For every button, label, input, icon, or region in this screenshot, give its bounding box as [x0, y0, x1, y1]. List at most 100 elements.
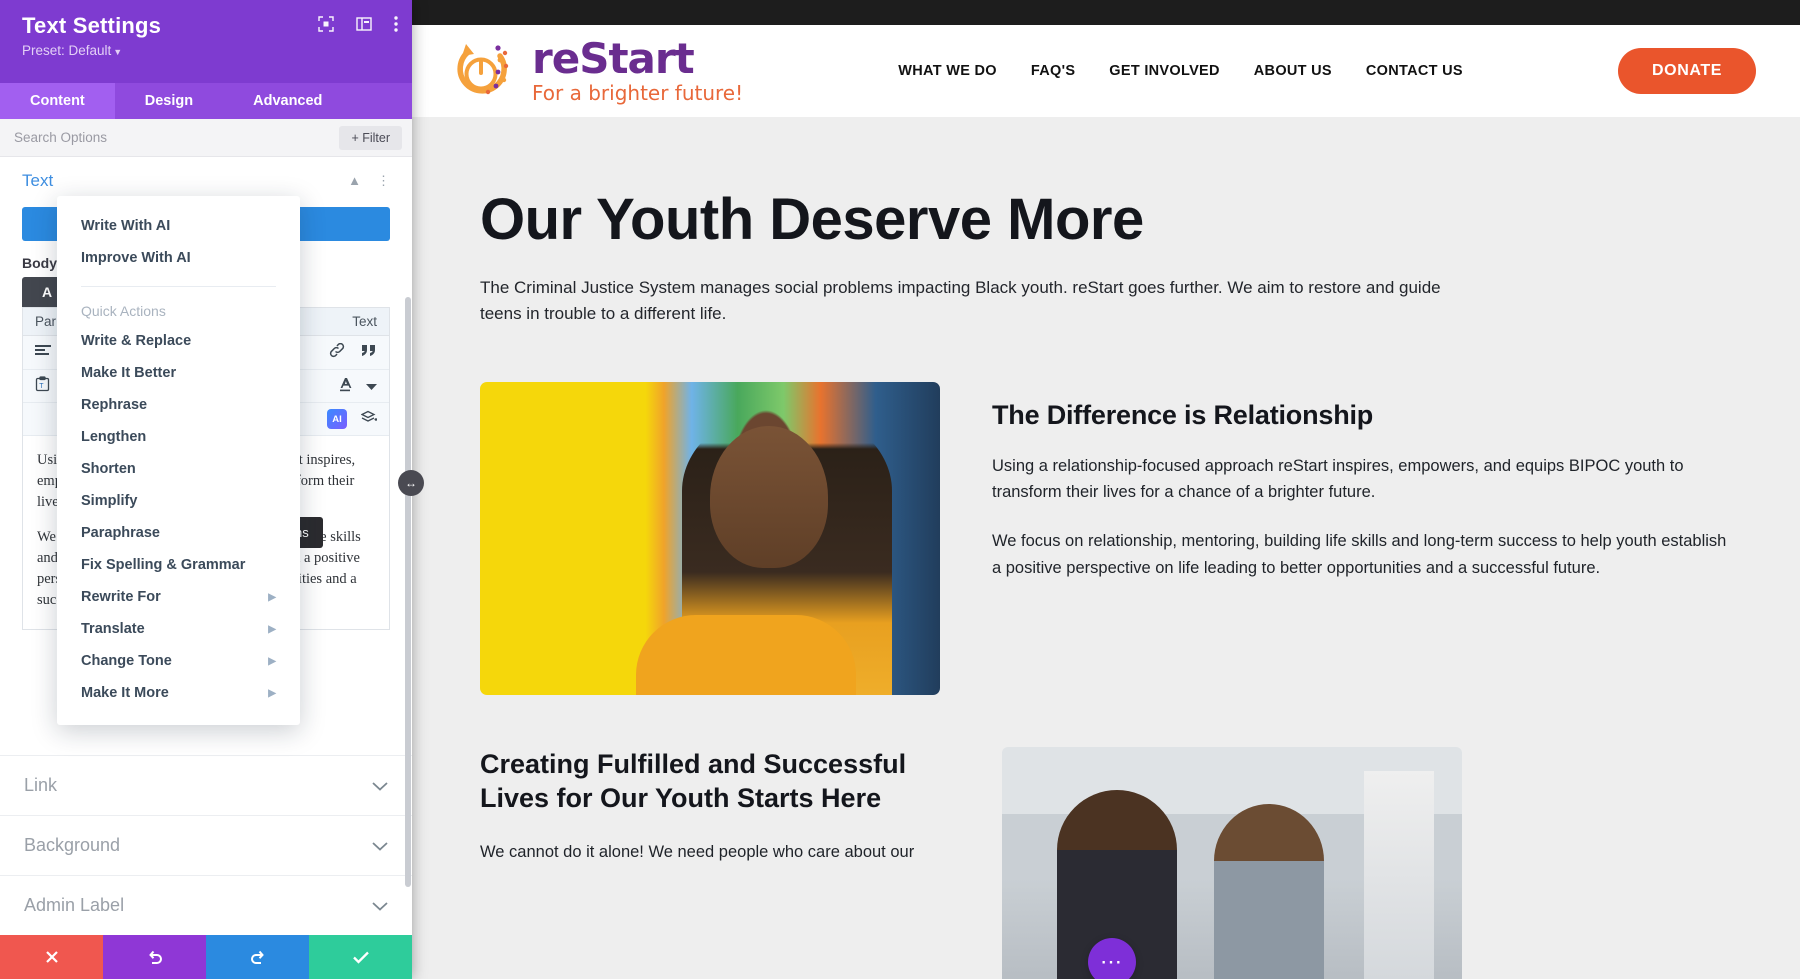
clipboard-text-icon[interactable]: T: [35, 376, 50, 396]
mentoring-image: [1002, 746, 1462, 979]
chevron-right-icon: ▶: [268, 687, 276, 699]
menu-item-rephrase[interactable]: Rephrase: [57, 389, 300, 421]
hero-subtitle: The Criminal Justice System manages soci…: [480, 278, 1441, 324]
section-link-label: Link: [24, 775, 58, 795]
logo-tagline: For a brighter future!: [532, 80, 744, 105]
save-button[interactable]: [309, 935, 412, 979]
section-admin-label[interactable]: Admin Label: [0, 875, 412, 935]
menu-item-write-with-ai[interactable]: Write With AI: [57, 210, 300, 242]
tab-advanced[interactable]: Advanced: [223, 83, 352, 119]
power-arc-icon: [457, 44, 509, 95]
more-vertical-icon[interactable]: [394, 16, 398, 37]
menu-item-make-it-better[interactable]: Make It Better: [57, 357, 300, 389]
site-header: reStart For a brighter future! WHAT WE D…: [412, 25, 1800, 117]
chevron-down-icon: [372, 835, 388, 856]
search-input[interactable]: [14, 130, 340, 145]
website-preview: reStart For a brighter future! WHAT WE D…: [412, 0, 1800, 979]
menu-item-label: Translate: [81, 621, 145, 637]
focus-icon[interactable]: [318, 16, 334, 37]
more-vertical-icon[interactable]: ⋮: [377, 173, 390, 189]
blockquote-icon[interactable]: [360, 344, 377, 361]
link-icon[interactable]: [329, 342, 346, 362]
nav-item-about-us[interactable]: ABOUT US: [1254, 63, 1332, 79]
layout-icon[interactable]: [356, 17, 372, 36]
feature-text-column: The Difference is Relationship Using a r…: [992, 382, 1732, 582]
chevron-down-icon[interactable]: [366, 378, 377, 395]
browser-topbar: [412, 0, 1800, 25]
secondary-heading: Creating Fulfilled and Successful Lives …: [480, 748, 907, 813]
secondary-text-column: Creating Fulfilled and Successful Lives …: [480, 747, 950, 865]
menu-item-label: Make It Better: [81, 365, 177, 381]
chevron-right-icon: ▶: [268, 591, 276, 603]
editor-tab-text[interactable]: Text: [352, 314, 377, 329]
logo-wordmark: reStart: [532, 33, 695, 83]
nav-item-faqs[interactable]: FAQ'S: [1031, 63, 1075, 79]
menu-item-label: Fix Spelling & Grammar: [81, 557, 246, 573]
chevron-down-icon: ▼: [113, 47, 123, 57]
section-tools: ▲ ⋮: [348, 173, 390, 189]
feature-row: The Difference is Relationship Using a r…: [480, 381, 1732, 695]
menu-item-label: Change Tone: [81, 653, 172, 669]
tab-content[interactable]: Content: [0, 83, 115, 119]
nav-item-what-we-do[interactable]: WHAT WE DO: [898, 63, 997, 79]
menu-item-change-tone[interactable]: Change Tone ▶: [57, 645, 300, 677]
layers-icon[interactable]: [360, 410, 378, 428]
menu-item-label: Rewrite For: [81, 589, 161, 605]
text-section-header: Text ▲ ⋮: [0, 157, 412, 201]
menu-item-paraphrase[interactable]: Paraphrase: [57, 517, 300, 549]
svg-text:T: T: [39, 383, 44, 390]
menu-item-translate[interactable]: Translate ▶: [57, 613, 300, 645]
menu-item-make-it-more[interactable]: Make It More ▶: [57, 677, 300, 709]
menu-item-fix-spelling-grammar[interactable]: Fix Spelling & Grammar: [57, 549, 300, 581]
section-background[interactable]: Background: [0, 815, 412, 875]
youth-portrait-image: [480, 381, 940, 695]
chevron-down-icon: [372, 775, 388, 796]
donate-button[interactable]: DONATE: [1618, 48, 1756, 94]
section-link[interactable]: Link: [0, 755, 412, 815]
chevron-up-icon[interactable]: ▲: [348, 173, 361, 189]
sidebar-scrollbar[interactable]: [405, 297, 411, 887]
undo-button[interactable]: [103, 935, 206, 979]
page-settings-fab[interactable]: ⋯: [1088, 938, 1136, 979]
preset-label: Preset: Default: [22, 43, 112, 58]
menu-item-simplify[interactable]: Simplify: [57, 485, 300, 517]
site-logo[interactable]: reStart For a brighter future!: [448, 34, 743, 108]
search-row: + Filter: [0, 119, 412, 157]
chevron-down-icon: [372, 895, 388, 916]
nav-item-contact-us[interactable]: CONTACT US: [1366, 63, 1463, 79]
panel-resize-handle[interactable]: ↔: [398, 470, 424, 496]
preset-selector[interactable]: Preset: Default ▼: [22, 43, 396, 58]
menu-item-label: Rephrase: [81, 397, 148, 413]
ai-options-menu: Write With AI Improve With AI Quick Acti…: [57, 196, 300, 725]
menu-item-shorten[interactable]: Shorten: [57, 453, 300, 485]
menu-item-label: Shorten: [81, 461, 136, 477]
section-admin-label-label: Admin Label: [24, 895, 125, 915]
text-color-icon[interactable]: [338, 377, 352, 396]
panel-tabs: Content Design Advanced: [0, 83, 412, 119]
nav-item-get-involved[interactable]: GET INVOLVED: [1109, 63, 1219, 79]
menu-item-label: Lengthen: [81, 429, 147, 445]
chevron-right-icon: ▶: [268, 655, 276, 667]
site-navigation: WHAT WE DO FAQ'S GET INVOLVED ABOUT US C…: [743, 63, 1618, 79]
menu-item-label: Write With AI: [81, 218, 171, 234]
app-screen: Text Settings Preset: Default ▼ Content …: [0, 0, 1800, 979]
ai-badge-icon[interactable]: AI: [327, 409, 347, 429]
panel-header: Text Settings Preset: Default ▼: [0, 0, 412, 83]
editor-tab-paragraph[interactable]: Par: [35, 314, 56, 329]
feature-heading: The Difference is Relationship: [992, 399, 1374, 430]
menu-divider: [81, 286, 276, 287]
menu-item-lengthen[interactable]: Lengthen: [57, 421, 300, 453]
section-background-label: Background: [24, 835, 121, 855]
cancel-button[interactable]: [0, 935, 103, 979]
menu-item-improve-with-ai[interactable]: Improve With AI: [57, 242, 300, 274]
tab-design[interactable]: Design: [115, 83, 223, 119]
menu-item-rewrite-for[interactable]: Rewrite For ▶: [57, 581, 300, 613]
panel-header-icons: [318, 16, 398, 37]
filter-button[interactable]: + Filter: [339, 125, 402, 150]
menu-item-write-and-replace[interactable]: Write & Replace: [57, 325, 300, 357]
redo-button[interactable]: [206, 935, 309, 979]
align-left-icon[interactable]: [35, 344, 51, 361]
section-title-text: Text: [22, 171, 54, 190]
menu-item-label: Improve With AI: [81, 250, 191, 266]
hero-title: Our Youth Deserve More: [480, 187, 1144, 252]
